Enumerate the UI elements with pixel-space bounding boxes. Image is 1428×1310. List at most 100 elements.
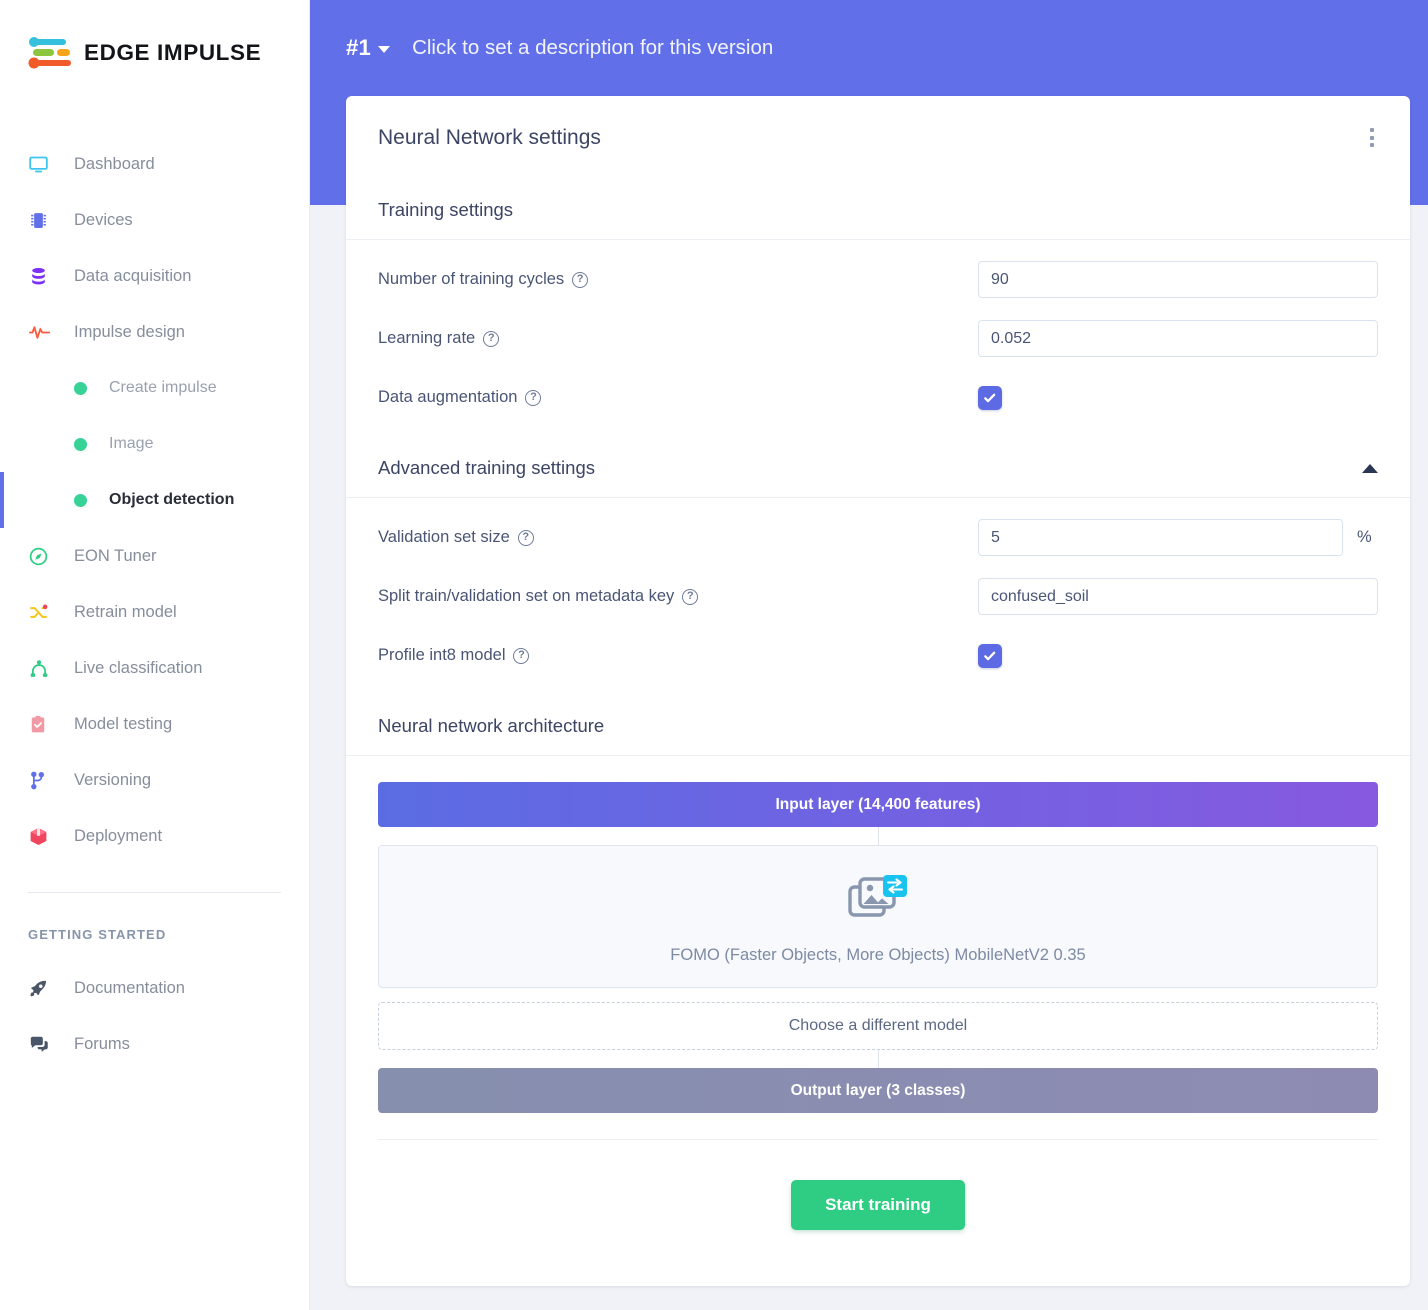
check-icon xyxy=(983,391,997,405)
help-icon[interactable]: ? xyxy=(483,331,499,347)
metadata-key-input[interactable] xyxy=(978,578,1378,615)
percent-suffix: % xyxy=(1357,528,1372,547)
sidebar-item-documentation[interactable]: Documentation xyxy=(0,960,309,1016)
sidebar-item-versioning[interactable]: Versioning xyxy=(0,752,309,808)
sidebar-item-label: EON Tuner xyxy=(74,547,157,566)
help-icon[interactable]: ? xyxy=(572,272,588,288)
data-augmentation-checkbox[interactable] xyxy=(978,386,1002,410)
sidebar-item-label: Documentation xyxy=(74,979,185,998)
sidebar-subitem-label: Image xyxy=(109,435,153,453)
clipboard-check-icon xyxy=(28,714,58,735)
label-learning-rate: Learning rate ? xyxy=(378,329,978,348)
layer-connector xyxy=(878,1050,879,1068)
training-settings-heading: Training settings xyxy=(346,177,1410,240)
sidebar-item-object-detection[interactable]: Object detection xyxy=(0,472,309,528)
selected-model-name: FOMO (Faster Objects, More Objects) Mobi… xyxy=(379,946,1377,965)
label-profile-int8: Profile int8 model ? xyxy=(378,646,978,665)
sidebar-item-label: Versioning xyxy=(74,771,151,790)
validation-set-size-input[interactable] xyxy=(978,519,1343,556)
start-training-button[interactable]: Start training xyxy=(791,1180,965,1230)
sidebar-subitem-label: Object detection xyxy=(109,491,234,509)
sidebar-item-label: Forums xyxy=(74,1035,130,1054)
profile-int8-checkbox[interactable] xyxy=(978,644,1002,668)
caret-up-icon[interactable] xyxy=(1362,464,1378,473)
shuffle-icon xyxy=(28,602,58,623)
brand-logo[interactable]: EDGE IMPULSE xyxy=(0,0,309,76)
help-icon[interactable]: ? xyxy=(518,530,534,546)
sidebar-item-forums[interactable]: Forums xyxy=(0,1016,309,1072)
form-row-training-cycles: Number of training cycles ? xyxy=(346,250,1410,309)
sidebar-item-impulse-design[interactable]: Impulse design xyxy=(0,304,309,360)
form-row-learning-rate: Learning rate ? xyxy=(346,309,1410,368)
sidebar: EDGE IMPULSE Dashboard xyxy=(0,0,310,1310)
form-row-validation-set-size: Validation set size ? % xyxy=(346,508,1410,567)
label-metadata-key: Split train/validation set on metadata k… xyxy=(378,587,978,606)
edge-impulse-logo-icon xyxy=(28,35,74,71)
compass-icon xyxy=(28,546,58,567)
architecture-heading: Neural network architecture xyxy=(346,685,1410,756)
status-dot-icon xyxy=(74,382,87,395)
field-validation-set-size: % xyxy=(978,519,1378,556)
field-metadata-key xyxy=(978,578,1378,615)
chip-icon xyxy=(28,210,58,231)
card-header: Neural Network settings xyxy=(346,96,1410,177)
form-row-profile-int8: Profile int8 model ? xyxy=(346,626,1410,685)
training-cycles-input[interactable] xyxy=(978,261,1378,298)
choose-different-model-button[interactable]: Choose a different model xyxy=(378,1002,1378,1050)
sidebar-subitem-label: Create impulse xyxy=(109,379,217,397)
monitor-icon xyxy=(28,154,58,175)
chevron-down-icon[interactable] xyxy=(378,46,390,53)
sidebar-item-deployment[interactable]: Deployment xyxy=(0,808,309,864)
app-root: EDGE IMPULSE Dashboard xyxy=(0,0,1428,1310)
sidebar-item-live-classification[interactable]: Live classification xyxy=(0,640,309,696)
network-nodes-icon xyxy=(28,658,58,679)
main-content: #1 Click to set a description for this v… xyxy=(310,0,1428,1310)
field-learning-rate xyxy=(978,320,1378,357)
active-indicator xyxy=(0,472,4,528)
sidebar-item-label: Model testing xyxy=(74,715,172,734)
sidebar-item-label: Deployment xyxy=(74,827,162,846)
check-icon xyxy=(983,649,997,663)
sidebar-item-label: Data acquisition xyxy=(74,267,191,286)
box-icon xyxy=(28,826,58,847)
sidebar-item-model-testing[interactable]: Model testing xyxy=(0,696,309,752)
status-dot-icon xyxy=(74,438,87,451)
selected-model-box[interactable]: FOMO (Faster Objects, More Objects) Mobi… xyxy=(378,845,1378,988)
sidebar-item-label: Impulse design xyxy=(74,323,185,342)
sidebar-item-retrain-model[interactable]: Retrain model xyxy=(0,584,309,640)
page-title: Neural Network settings xyxy=(378,126,601,150)
database-icon xyxy=(28,266,58,287)
layer-connector xyxy=(878,827,879,845)
kebab-menu-icon[interactable] xyxy=(1364,122,1380,153)
output-layer-bar: Output layer (3 classes) xyxy=(378,1068,1378,1113)
sidebar-item-eon-tuner[interactable]: EON Tuner xyxy=(0,528,309,584)
sidebar-item-label: Dashboard xyxy=(74,155,155,174)
advanced-settings-heading: Advanced training settings xyxy=(378,457,595,479)
field-profile-int8 xyxy=(978,644,1378,668)
help-icon[interactable]: ? xyxy=(682,589,698,605)
advanced-settings-header[interactable]: Advanced training settings xyxy=(346,427,1410,498)
sidebar-item-create-impulse[interactable]: Create impulse xyxy=(0,360,309,416)
git-branch-icon xyxy=(28,770,58,791)
input-layer-bar: Input layer (14,400 features) xyxy=(378,782,1378,827)
field-data-augmentation xyxy=(978,386,1378,410)
label-training-cycles: Number of training cycles ? xyxy=(378,270,978,289)
architecture-body: Input layer (14,400 features) FOM xyxy=(346,756,1410,1274)
sidebar-item-image[interactable]: Image xyxy=(0,416,309,472)
version-number: #1 xyxy=(346,35,371,61)
sidebar-nav-primary: Dashboard Devices xyxy=(0,76,309,864)
form-row-data-augmentation: Data augmentation ? xyxy=(346,368,1410,427)
sidebar-nav-getting-started: Documentation Forums xyxy=(0,942,309,1072)
sidebar-section-getting-started: GETTING STARTED xyxy=(0,893,309,942)
learning-rate-input[interactable] xyxy=(978,320,1378,357)
sidebar-item-data-acquisition[interactable]: Data acquisition xyxy=(0,248,309,304)
help-icon[interactable]: ? xyxy=(513,648,529,664)
form-row-metadata-key: Split train/validation set on metadata k… xyxy=(346,567,1410,626)
chat-bubbles-icon xyxy=(28,1034,58,1055)
version-description[interactable]: Click to set a description for this vers… xyxy=(412,36,773,60)
sidebar-item-devices[interactable]: Devices xyxy=(0,192,309,248)
version-bar: #1 Click to set a description for this v… xyxy=(310,0,1428,96)
sidebar-item-dashboard[interactable]: Dashboard xyxy=(0,136,309,192)
help-icon[interactable]: ? xyxy=(525,390,541,406)
sidebar-item-label: Retrain model xyxy=(74,603,177,622)
